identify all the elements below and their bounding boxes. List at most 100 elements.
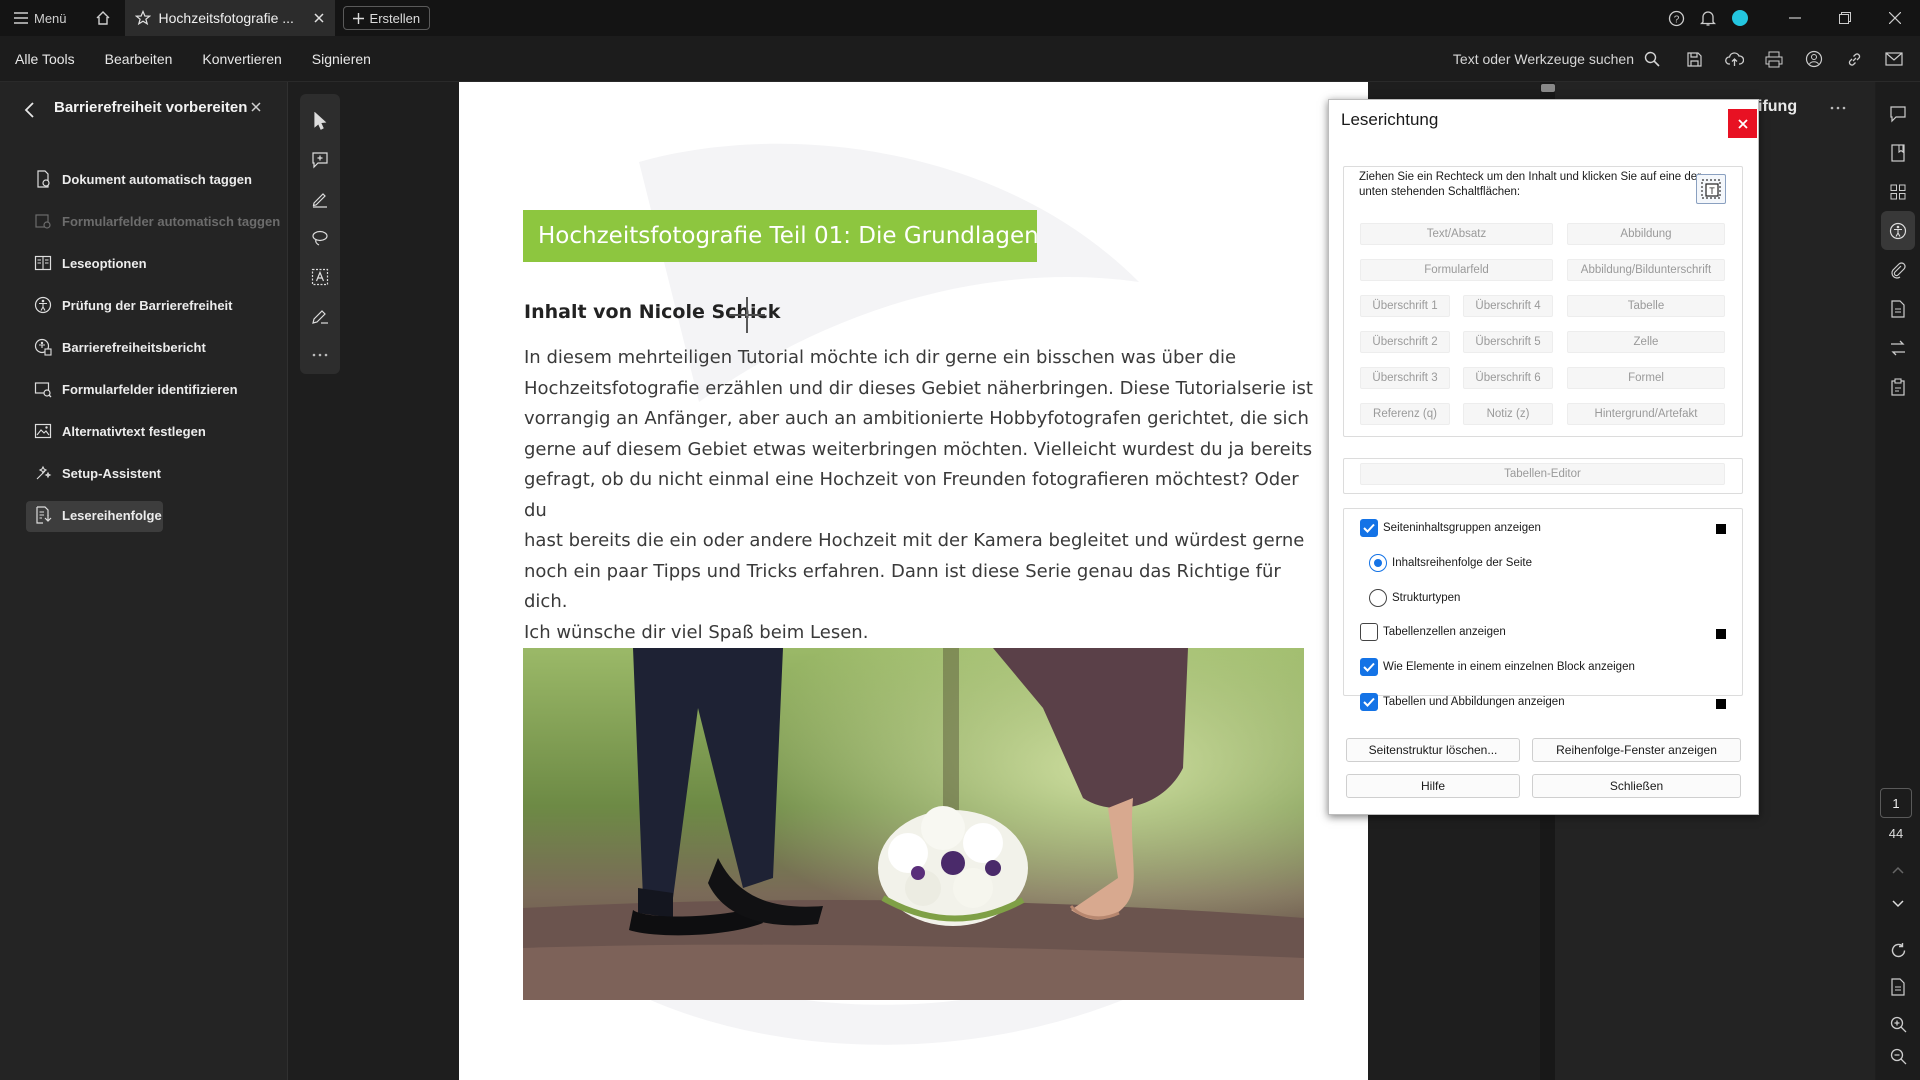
radio-selected[interactable] [1369,554,1387,572]
clear-structure-button[interactable]: Seitenstruktur löschen... [1346,738,1520,762]
tag-form-field-button[interactable]: Formularfeld [1360,259,1553,281]
next-page-button[interactable] [1876,900,1920,908]
highlight-tool-button[interactable] [300,180,340,219]
tag-heading-5-button[interactable]: Überschrift 5 [1463,331,1553,353]
option-page-content-order[interactable]: Inhaltsreihenfolge der Seite [1369,554,1532,572]
bookmarks-panel-button[interactable] [1876,133,1920,172]
menu-sign[interactable]: Signieren [297,51,386,67]
show-order-panel-button[interactable]: Reihenfolge-Fenster anzeigen [1532,738,1741,762]
option-single-block[interactable]: Wie Elemente in einem einzelnen Block an… [1360,658,1635,676]
home-button[interactable] [81,0,125,36]
tag-heading-4-button[interactable]: Überschrift 4 [1463,295,1553,317]
option-structure-types[interactable]: Strukturtypen [1369,589,1460,607]
link-button[interactable] [1834,36,1874,82]
tag-table-button[interactable]: Tabelle [1567,295,1725,317]
upload-button[interactable] [1714,36,1754,82]
attachments-panel-button[interactable] [1876,250,1920,289]
clipboard-panel-button[interactable] [1876,367,1920,406]
option-show-table-cells[interactable]: Tabellenzellen anzeigen [1360,623,1506,641]
tool-setup-assistant[interactable]: Setup-Assistent [0,452,287,494]
color-swatch[interactable] [1716,524,1726,534]
close-window-button[interactable] [1870,0,1920,36]
restore-button[interactable] [1820,0,1870,36]
zoom-in-button[interactable] [1876,1016,1920,1033]
tag-text-button[interactable]: Text/Absatz [1360,223,1553,245]
tag-heading-3-button[interactable]: Überschrift 3 [1360,367,1450,389]
previous-page-button[interactable] [1876,866,1920,874]
share-user-button[interactable] [1794,36,1834,82]
tool-reading-options[interactable]: Leseoptionen [0,242,287,284]
document-panel-button[interactable] [1876,289,1920,328]
comment-tool-button[interactable] [300,141,340,180]
draw-tool-button[interactable] [300,219,340,258]
text-tool-button[interactable] [300,257,340,296]
save-button[interactable] [1674,36,1714,82]
option-label: Seiteninhaltsgruppen anzeigen [1383,522,1541,534]
notifications-button[interactable] [1692,0,1724,36]
tag-figure-caption-button[interactable]: Abbildung/Bildunterschrift [1567,259,1725,281]
compare-panel-button[interactable] [1876,328,1920,367]
tag-background-button[interactable]: Hintergrund/Artefakt [1567,403,1725,425]
tag-cell-button[interactable]: Zelle [1567,331,1725,353]
tag-formula-button[interactable]: Formel [1567,367,1725,389]
more-tools-button[interactable] [300,335,340,374]
checkbox-unchecked[interactable] [1360,623,1378,641]
option-show-tables-figures[interactable]: Tabellen und Abbildungen anzeigen [1360,693,1565,711]
comments-panel-button[interactable] [1876,94,1920,133]
account-button[interactable] [1724,0,1756,36]
select-tool-button[interactable] [300,102,340,141]
tag-note-button[interactable]: Notiz (z) [1463,403,1553,425]
tool-identify-form-fields[interactable]: Formularfelder identifizieren [0,368,287,410]
tool-accessibility-check[interactable]: Prüfung der Barrierefreiheit [0,284,287,326]
checkbox-checked[interactable] [1360,519,1378,537]
create-button[interactable]: Erstellen [342,6,431,30]
menu-button[interactable]: Menü [0,0,81,36]
close-panel-button[interactable] [251,96,271,112]
tag-heading-1-button[interactable]: Überschrift 1 [1360,295,1450,317]
tool-auto-tag-document[interactable]: Dokument automatisch taggen [0,158,287,200]
close-button[interactable]: Schließen [1532,774,1741,798]
dialog-close-button[interactable] [1728,109,1757,138]
close-tab-icon[interactable] [313,12,325,24]
minimize-button[interactable] [1770,0,1820,36]
thumbnails-panel-button[interactable] [1876,172,1920,211]
refresh-icon [1891,943,1905,958]
star-icon[interactable] [134,10,151,26]
checkbox-checked[interactable] [1360,693,1378,711]
help-button[interactable]: Hilfe [1346,774,1520,798]
tag-reference-button[interactable]: Referenz (q) [1360,403,1450,425]
document-tab[interactable]: Hochzeitsfotografie ... [124,0,335,36]
sign-tool-button[interactable] [300,296,340,335]
tool-accessibility-report[interactable]: Barrierefreiheitsbericht [0,326,287,368]
print-button[interactable] [1754,36,1794,82]
page-view-button[interactable] [1876,978,1920,996]
tool-reading-order[interactable]: Lesereihenfolge [0,494,287,536]
table-editor-button[interactable]: Tabellen-Editor [1360,463,1725,485]
search-tools[interactable]: Text oder Werkzeuge suchen [1453,51,1660,67]
help-button[interactable]: ? [1660,0,1692,36]
draw-region-button[interactable]: T [1696,174,1726,204]
tool-set-alt-text[interactable]: Alternativtext festlegen [0,410,287,452]
tag-heading-6-button[interactable]: Überschrift 6 [1463,367,1553,389]
email-button[interactable] [1874,36,1914,82]
right-panel-more-button[interactable] [1830,96,1846,110]
color-swatch[interactable] [1716,699,1726,709]
zoom-out-button[interactable] [1876,1048,1920,1065]
color-swatch[interactable] [1716,629,1726,639]
refresh-button[interactable] [1876,942,1920,959]
scrollbar-thumb[interactable] [1541,84,1555,92]
accessibility-panel-button[interactable] [1881,211,1915,250]
page-number-input[interactable]: 1 [1880,788,1912,818]
menu-convert[interactable]: Konvertieren [187,51,296,67]
document-page[interactable]: Hochzeitsfotografie Teil 01: Die Grundla… [459,82,1368,1080]
tag-figure-button[interactable]: Abbildung [1567,223,1725,245]
radio-unselected[interactable] [1369,589,1387,607]
tag-heading-2-button[interactable]: Überschrift 2 [1360,331,1450,353]
menu-all-tools[interactable]: Alle Tools [0,51,90,67]
paperclip-icon [1891,261,1906,279]
back-button[interactable] [24,96,54,118]
checkbox-checked[interactable] [1360,658,1378,676]
option-label: Tabellenzellen anzeigen [1383,626,1506,638]
option-show-content-groups[interactable]: Seiteninhaltsgruppen anzeigen [1360,519,1541,537]
menu-edit[interactable]: Bearbeiten [90,51,188,67]
